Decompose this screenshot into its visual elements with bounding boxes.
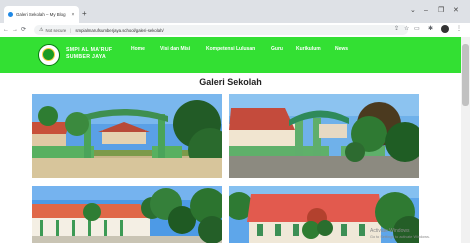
- forward-icon[interactable]: →: [12, 26, 18, 34]
- site-favicon-icon: [8, 12, 13, 17]
- maximize-icon[interactable]: ❐: [438, 7, 444, 15]
- scrollbar-thumb[interactable]: [462, 44, 469, 106]
- address-separator: |: [70, 27, 72, 33]
- brand-line-2: SUMBER JAYA: [66, 53, 107, 60]
- reload-icon[interactable]: ⟳: [21, 26, 26, 34]
- brand-line-1: SMPI AL MA'RUF: [66, 47, 113, 53]
- gallery-photo-gate[interactable]: [32, 94, 222, 178]
- school-logo[interactable]: [38, 44, 60, 66]
- bookmark-star-icon[interactable]: ☆: [404, 25, 409, 34]
- new-tab-icon[interactable]: +: [82, 9, 87, 19]
- gallery-photo-classroom[interactable]: [32, 186, 222, 243]
- menu-icon[interactable]: ⋮: [456, 25, 462, 34]
- back-icon[interactable]: ←: [3, 26, 9, 34]
- security-label: Not secure: [45, 27, 67, 33]
- gallery-photo-school-yard[interactable]: [229, 94, 419, 178]
- nav-visi-misi[interactable]: Visi dan Misi: [160, 46, 190, 52]
- address-bar[interactable]: ⚠ Not secure | smpialmarufsumberjaya.sch…: [34, 25, 408, 35]
- minimize-icon[interactable]: –: [424, 7, 428, 15]
- logo-emblem-icon: [42, 48, 55, 61]
- window-close-icon[interactable]: ✕: [453, 7, 459, 15]
- url-text[interactable]: smpialmarufsumberjaya.school/galeri-seko…: [75, 28, 163, 33]
- site-brand[interactable]: SMPI AL MA'RUF SUMBER JAYA: [66, 47, 112, 60]
- profile-avatar[interactable]: [441, 25, 449, 33]
- tab-list-icon[interactable]: ⌄: [410, 7, 416, 15]
- nav-kurikulum[interactable]: Kurikulum: [296, 46, 321, 52]
- warning-icon: ⚠: [39, 27, 44, 33]
- browser-tab[interactable]: Galeri Sekolah – My Blog ×: [4, 6, 79, 23]
- nav-news[interactable]: News: [335, 46, 348, 52]
- gallery-title: Galeri Sekolah: [199, 77, 262, 87]
- tab-search-icon[interactable]: ▭: [414, 25, 420, 34]
- tab-title: Galeri Sekolah – My Blog: [16, 12, 66, 17]
- extensions-icon[interactable]: ✱: [428, 25, 433, 34]
- nav-guru[interactable]: Guru: [271, 46, 283, 52]
- tab-close-icon[interactable]: ×: [70, 12, 76, 18]
- windows-activation-watermark: Activate Windows Go to Settings to activ…: [370, 228, 430, 240]
- nav-home[interactable]: Home: [131, 46, 145, 52]
- watermark-line-2: Go to Settings to activate Windows.: [370, 235, 430, 239]
- share-icon[interactable]: ⇪: [394, 25, 399, 34]
- nav-kompetensi-lulusan[interactable]: Kompetensi Lulusan: [206, 46, 255, 52]
